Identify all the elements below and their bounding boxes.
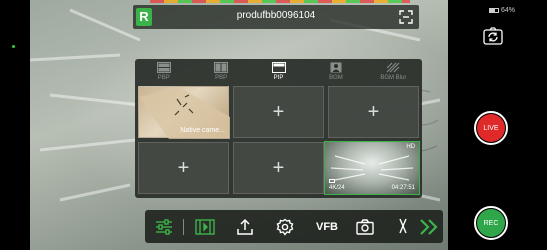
scissors-icon <box>399 218 407 233</box>
upload-icon <box>237 218 253 235</box>
cut-button[interactable] <box>393 210 413 243</box>
rec-label: REC <box>483 219 499 227</box>
film-icon <box>195 218 215 235</box>
vfb-button[interactable]: VFB <box>313 210 341 243</box>
fullscreen-icon[interactable] <box>399 10 413 24</box>
tab-bgm[interactable]: BGM <box>307 59 364 86</box>
sliders-icon <box>156 218 172 235</box>
source-cell-camera[interactable]: Native came... <box>138 86 230 139</box>
layout-panel: PBP PBP PIP BGM BGM Blur Native came... … <box>135 59 422 198</box>
camera-icon <box>356 218 374 235</box>
expand-toolbar-button[interactable] <box>417 210 441 243</box>
tab-bgm-blur[interactable]: BGM Blur <box>365 59 422 86</box>
quality-badge: HD <box>406 144 415 150</box>
pbp-vertical-icon <box>214 62 229 73</box>
tab-label: PIP <box>273 75 284 81</box>
stream-title: produfbb0096104 <box>236 10 316 21</box>
camera-caption: Native came... <box>180 127 225 134</box>
add-source-icon: + <box>177 157 190 179</box>
tab-label: BGM <box>329 75 343 81</box>
preview-layout-icon <box>329 179 335 183</box>
battery-status: 64% <box>489 7 515 14</box>
add-source-icon: + <box>272 101 285 123</box>
gear-icon <box>276 218 294 236</box>
tab-label: BGM Blur <box>380 75 407 81</box>
person-icon <box>330 62 342 73</box>
snapshot-button[interactable] <box>353 210 377 243</box>
toolbar-divider <box>183 219 184 235</box>
settings-button[interactable] <box>273 210 297 243</box>
blur-icon <box>386 62 400 73</box>
share-button[interactable] <box>233 210 257 243</box>
battery-percent: 64% <box>501 7 516 14</box>
source-cell-empty[interactable]: + <box>233 142 324 194</box>
timecode-label: 04:27:51 <box>391 185 415 191</box>
live-button-fill: LIVE <box>477 114 505 142</box>
vfb-label: VFB <box>316 220 338 233</box>
source-cell-empty[interactable]: + <box>138 142 229 194</box>
live-button[interactable]: LIVE <box>474 111 508 145</box>
tab-label: PBP <box>215 75 228 81</box>
tab-pip[interactable]: PIP <box>250 59 307 86</box>
layout-settings-button[interactable] <box>151 210 177 243</box>
tab-pbp-horizontal[interactable]: PBP <box>135 59 192 86</box>
record-button[interactable]: REC <box>474 206 508 240</box>
battery-icon <box>489 7 499 13</box>
pbp-horizontal-icon <box>156 62 171 73</box>
record-button-fill: REC <box>477 209 505 237</box>
tab-label: PBP <box>157 75 170 81</box>
pip-icon <box>271 62 286 73</box>
layout-tabs: PBP PBP PIP BGM BGM Blur <box>135 59 422 86</box>
top-bar: R produfbb0096104 <box>133 5 419 29</box>
source-grid: Native came... + + + + HD 4K/24 04:27:51 <box>138 86 420 195</box>
live-label: LIVE <box>483 124 499 132</box>
double-chevron-right-icon <box>420 218 438 235</box>
add-source-icon: + <box>272 157 285 179</box>
program-preview[interactable]: HD 4K/24 04:27:51 <box>324 141 420 195</box>
tab-pbp-vertical[interactable]: PBP <box>192 59 249 86</box>
add-source-icon: + <box>367 101 380 123</box>
bottom-toolbar: VFB <box>145 210 443 243</box>
audio-level-strip <box>150 0 410 3</box>
resolution-label: 4K/24 <box>329 185 345 191</box>
source-cell-empty[interactable]: + <box>233 86 324 138</box>
rotate-camera-icon[interactable] <box>483 27 503 45</box>
status-dot <box>12 45 15 48</box>
media-button[interactable] <box>193 210 217 243</box>
source-cell-empty[interactable]: + <box>328 86 419 138</box>
